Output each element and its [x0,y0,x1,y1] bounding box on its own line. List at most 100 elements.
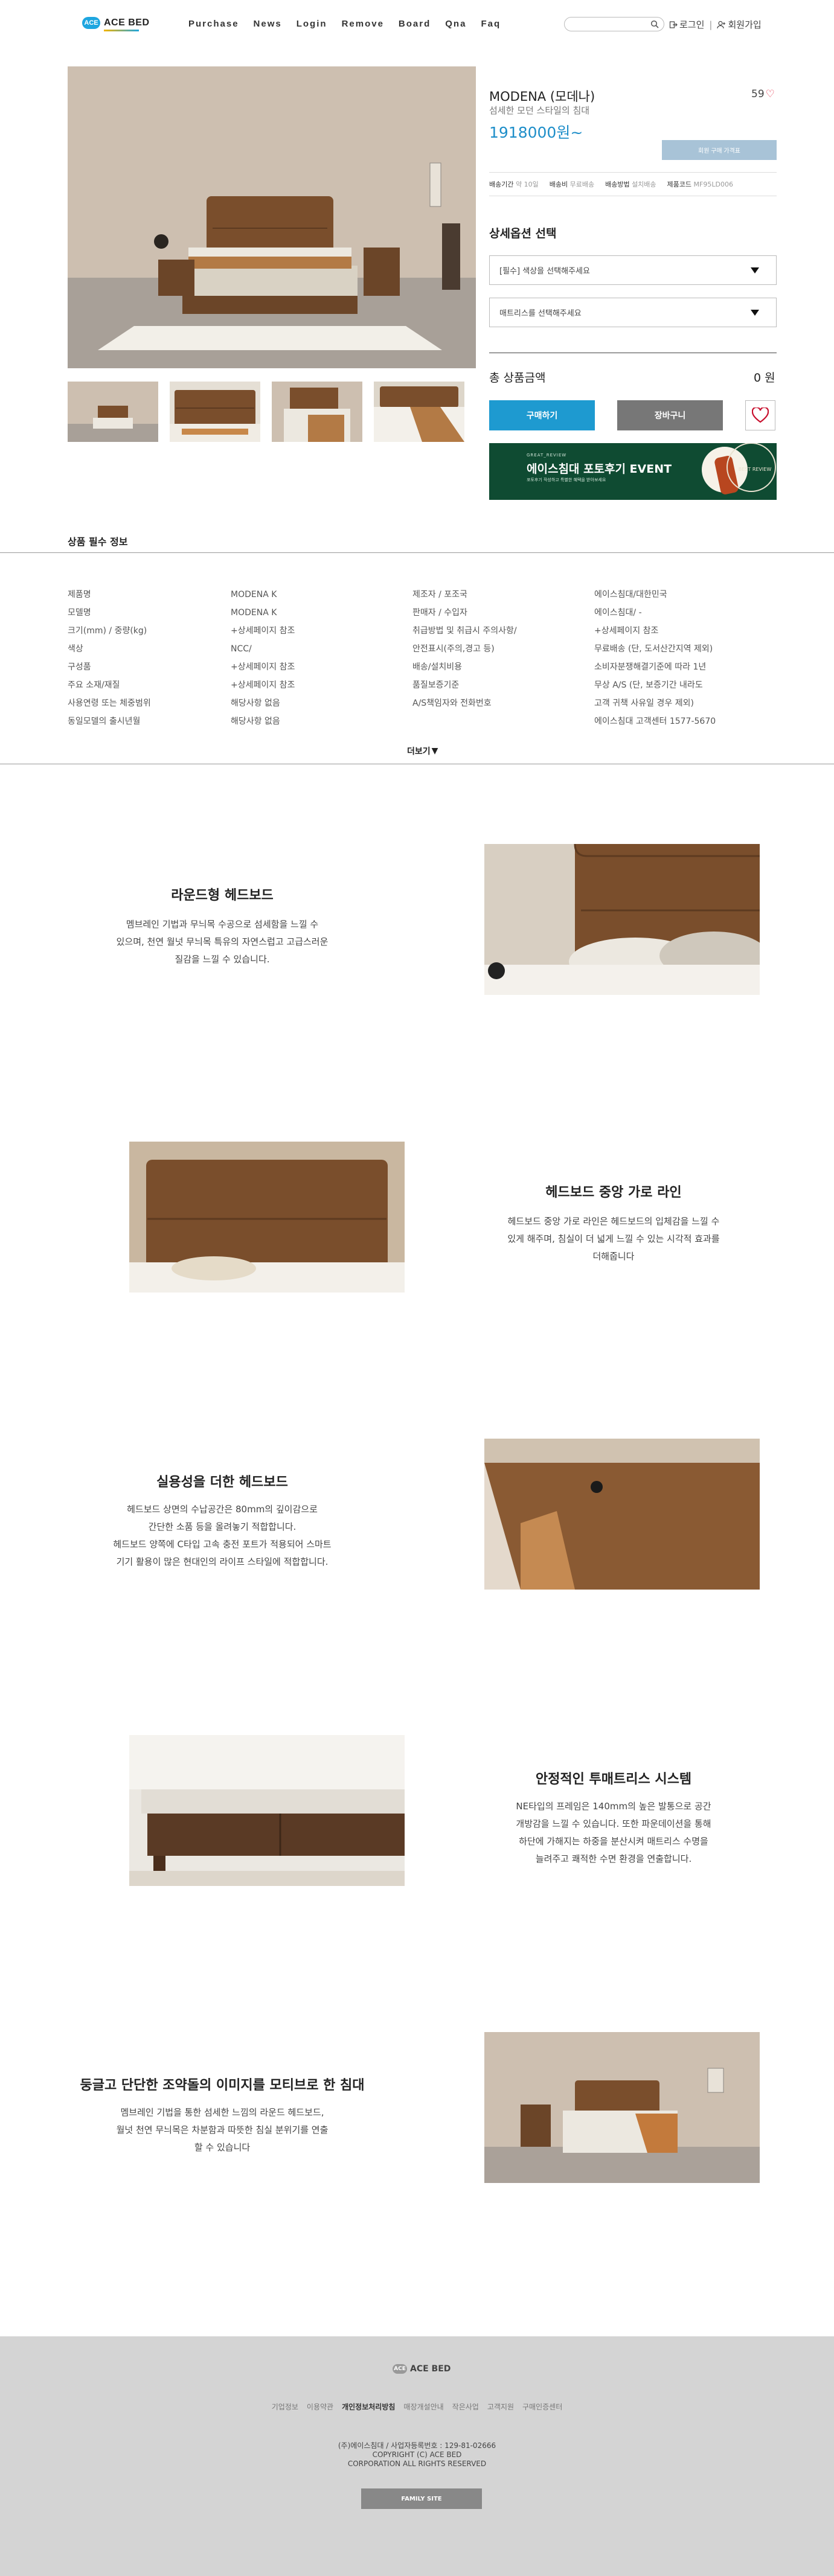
feature-title: 헤드보드 중앙 가로 라인 [545,1185,682,1200]
wishlist-button[interactable] [745,400,775,430]
footer-link-privacy[interactable]: 개인정보처리방침 [342,2402,395,2412]
info-cell: 크기(mm) / 중량(kg) [68,626,147,636]
product-name: MODENA (모데나) [489,89,595,104]
feature-desc-line: 질감을 느낄 수 있습니다. [175,954,270,965]
member-price-button[interactable]: 회원 구매 가격표 [662,140,777,160]
footer-company-info: (주)에이스침대 / 사업자등록번호 : 129-81-02666 COPYRI… [0,2441,834,2469]
heart-icon [752,407,769,423]
info-cell: 해당사항 없음 [231,717,280,726]
heart-icon: ♡ [765,88,775,100]
info-cell: 배송/설치비용 [412,662,462,672]
main-nav: Purchase News Login Remove Board Qna Faq [188,19,515,29]
info-cell: 안전표시(주의,경고 등) [412,644,495,654]
feature-desc-line: 개방감을 느낄 수 있습니다. 또한 파운데이션을 통해 [516,1818,711,1829]
feature-image-headboard [484,844,760,995]
family-site-button[interactable]: FAMILY SITE [361,2488,482,2509]
feature-image-storage [484,1439,760,1590]
banner-caption: 포토후기 작성하고 특별한 혜택을 받아보세요 [527,478,606,482]
mattress-select[interactable]: 매트리스를 선택해주세요 [489,298,777,327]
info-cell: 고객 귀책 사유일 경우 제외) [594,698,694,708]
copyright-line: CORPORATION ALL RIGHTS RESERVED [347,2459,487,2468]
product-main-image[interactable] [68,66,476,368]
product-thumb-2[interactable] [170,382,260,442]
search-icon[interactable] [650,20,659,28]
search-input[interactable] [571,18,649,31]
info-cell: 해당사항 없음 [231,698,280,708]
feature-desc-line: 더해줍니다 [592,1251,635,1262]
footer-links: 기업정보 이용약관 개인정보처리방침 매장개설안내 작은사업 고객지원 구매인증… [0,2402,834,2412]
cart-button[interactable]: 장바구니 [617,400,723,430]
product-price: 1918000원~ [489,124,583,141]
info-cell: 에이스침대/대한민국 [594,590,667,599]
nav-board[interactable]: Board [399,19,431,29]
feature-desc-line: 간단한 소품 등을 올려놓기 적합합니다. [148,1521,297,1532]
feature-title: 안정적인 투매트리스 시스템 [535,1772,692,1787]
ship-method: 배송방법 설치배송 [605,181,656,188]
color-select[interactable]: [필수] 색상을 선택해주세요 [489,255,777,285]
header-user-links: 로그인 | 회원가입 [669,18,762,31]
product-thumb-4[interactable] [374,382,464,442]
nav-purchase[interactable]: Purchase [188,19,239,29]
user-plus-icon [717,21,726,28]
info-cell: NCC/ [231,644,252,654]
info-cell: +상세페이지 참조 [594,626,659,636]
info-cell: +상세페이지 참조 [231,626,295,636]
feature-desc-line: 헤드보드 중앙 가로 라인은 헤드보드의 입체감을 느낄 수 [507,1216,720,1227]
login-label: 로그인 [679,19,705,30]
nav-news[interactable]: News [254,19,282,29]
feature-desc-line: 할 수 있습니다 [194,2142,251,2153]
info-cell: 주요 소재/재질 [68,680,120,690]
ace-bed-logo[interactable]: ACE ACE BED [82,17,150,31]
feature-desc: 헤드보드 중앙 가로 라인은 헤드보드의 입체감을 느낄 수 있게 해주며, 침… [476,1213,751,1265]
divider [0,552,834,553]
buy-button[interactable]: 구매하기 [489,400,595,430]
footer-logo[interactable]: ACE ACE BED [393,2364,451,2374]
feature-desc-line: 늘려주고 쾌적한 수면 환경을 연출합니다. [535,1853,692,1864]
feature-desc: 멤브레인 기법과 무늬목 수공으로 섬세함을 느낄 수 있으며, 천연 월넛 무… [85,916,360,968]
color-select-value: [필수] 색상을 선택해주세요 [499,267,590,276]
info-cell: 제품명 [68,590,91,599]
signup-link[interactable]: 회원가입 [717,18,762,31]
ship-period: 배송기간 약 10일 [489,181,539,188]
footer-logo-text: ACE BED [410,2364,451,2374]
link-separator: | [709,19,713,30]
photo-review-banner[interactable]: GREAT_REVIEW 에이스침대 포토후기 EVENT 포토후기 작성하고 … [489,443,777,500]
footer-link[interactable]: 구매인증센터 [522,2402,562,2412]
footer-link[interactable]: 이용약관 [307,2402,333,2412]
nav-qna[interactable]: Qna [445,19,466,29]
nav-remove[interactable]: Remove [342,19,384,29]
info-col-2: MODENA K MODENA K +상세페이지 참조 NCC/ +상세페이지 … [231,586,295,730]
footer-link[interactable]: 매장개설안내 [403,2402,443,2412]
info-cell: +상세페이지 참조 [231,680,295,690]
info-cell: 판매자 / 수입자 [412,608,467,618]
banner-circle-text: BEST REVIEW [739,467,772,472]
feature-desc-line: 있으며, 천연 월넛 무늬목 특유의 자연스럽고 고급스러운 [116,936,329,947]
nav-login[interactable]: Login [297,19,327,29]
feature-image-mattress-system [129,1735,405,1886]
like-counter[interactable]: 59 ♡ [751,88,775,100]
feature-desc-line: 멤브레인 기법을 통한 섬세한 느낌의 라운드 헤드보드, [120,2107,324,2118]
footer-link[interactable]: 고객지원 [487,2402,514,2412]
mattress-select-value: 매트리스를 선택해주세요 [499,309,582,318]
info-cell: 색상 [68,644,83,654]
info-cell: A/S책임자와 전화번호 [412,698,492,708]
chevron-down-icon [751,267,759,273]
nav-faq[interactable]: Faq [481,19,501,29]
feature-title: 실용성을 더한 헤드보드 [156,1475,288,1490]
feature-desc-line: 멤브레인 기법과 무늬목 수공으로 섬세함을 느낄 수 [126,919,319,930]
product-thumb-3[interactable] [272,382,362,442]
footer-link[interactable]: 기업정보 [272,2402,298,2412]
logo-underline [104,30,139,31]
footer-link[interactable]: 작은사업 [452,2402,479,2412]
info-cell: 구성품 [68,662,91,672]
info-cell: 에이스침대/ - [594,608,642,618]
login-link[interactable]: 로그인 [669,18,704,31]
product-thumb-1[interactable] [68,382,158,442]
total-label: 총 상품금액 [489,371,546,385]
copyright-line: COPYRIGHT (C) ACE BED [372,2450,462,2459]
company-line: (주)에이스침대 / 사업자등록번호 : 129-81-02666 [338,2441,496,2450]
info-cell: MODENA K [231,590,277,599]
logo-text: ACE BED [104,18,150,28]
more-button[interactable]: 더보기 ▼ [407,745,438,757]
caret-down-icon: ▼ [431,746,438,756]
